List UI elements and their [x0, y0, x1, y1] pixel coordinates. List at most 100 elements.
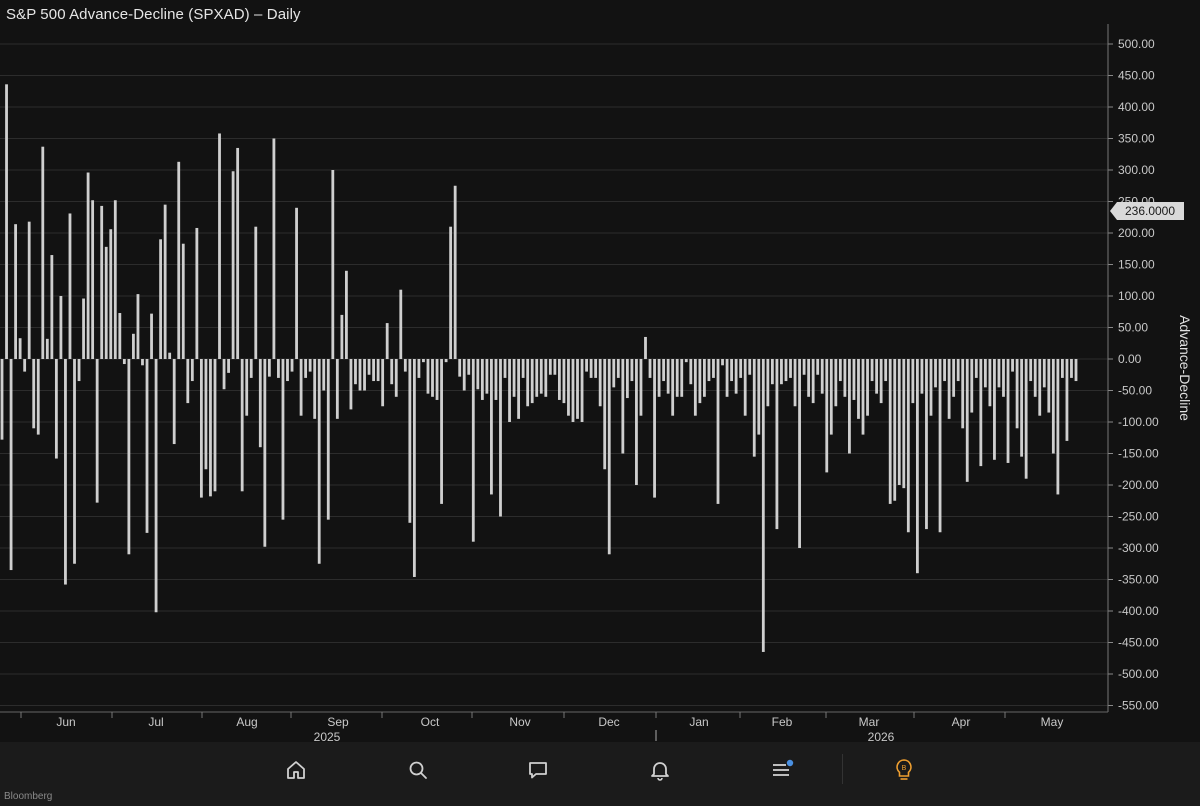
y-tick-label: 500.00	[1118, 37, 1155, 51]
bar	[485, 359, 489, 394]
bar	[122, 359, 126, 365]
bar	[222, 359, 226, 390]
alerts-button[interactable]	[644, 754, 676, 786]
last-value-label: 236.0000	[1125, 204, 1175, 218]
bar	[1015, 359, 1019, 429]
bar	[535, 359, 539, 397]
bar	[508, 359, 511, 422]
bar	[440, 359, 443, 504]
x-tick-label: Jun	[56, 715, 75, 729]
bar	[249, 359, 253, 378]
bar	[721, 359, 724, 366]
bar	[947, 359, 951, 419]
bar	[739, 359, 743, 378]
bar	[181, 243, 185, 359]
bar	[698, 359, 702, 404]
x-year-label: 2025	[314, 730, 341, 742]
bar	[644, 336, 647, 359]
bar	[68, 213, 72, 359]
bar	[82, 298, 85, 359]
bar	[422, 359, 425, 363]
bar	[453, 185, 457, 359]
bar	[9, 359, 13, 571]
bar	[671, 359, 675, 416]
bar	[86, 172, 90, 359]
bar	[648, 359, 652, 378]
bar	[281, 359, 285, 520]
bar	[1011, 359, 1014, 372]
bar	[838, 359, 842, 382]
bar	[730, 359, 733, 382]
bar	[820, 359, 824, 394]
bar	[267, 359, 271, 377]
bar	[911, 359, 915, 404]
bar	[431, 359, 434, 397]
bar	[254, 226, 258, 359]
bar	[390, 359, 394, 385]
bar	[417, 359, 421, 378]
messages-button[interactable]	[522, 754, 554, 786]
bar	[712, 359, 715, 378]
bar	[562, 359, 566, 404]
y-tick-label: -150.00	[1118, 447, 1159, 461]
ideas-button[interactable]: B	[888, 754, 920, 786]
search-button[interactable]	[402, 754, 434, 786]
bar	[32, 359, 36, 429]
bar	[23, 359, 27, 372]
bar	[843, 359, 847, 397]
bar	[657, 359, 661, 397]
y-tick-label: 300.00	[1118, 163, 1155, 177]
bar	[154, 359, 158, 613]
bar	[548, 359, 552, 375]
bar	[934, 359, 937, 388]
bar	[988, 359, 992, 407]
bar	[784, 359, 788, 382]
bar	[802, 359, 806, 375]
bar	[811, 359, 815, 404]
bar	[209, 359, 212, 497]
bar	[1020, 359, 1024, 457]
x-tick-label: Apr	[952, 715, 971, 729]
home-button[interactable]	[280, 754, 312, 786]
bar	[41, 146, 45, 359]
bar	[571, 359, 575, 422]
bar	[186, 359, 190, 404]
bar	[435, 359, 439, 400]
y-tick-label: -550.00	[1118, 699, 1159, 713]
bar	[394, 359, 398, 397]
bar	[467, 359, 471, 375]
bar	[761, 359, 765, 652]
bar	[381, 359, 385, 407]
bar	[974, 359, 978, 378]
bar	[965, 359, 969, 482]
bar	[403, 359, 407, 372]
bar	[59, 296, 63, 359]
bar	[684, 359, 688, 363]
home-icon	[287, 761, 305, 779]
bar	[970, 359, 974, 413]
bar	[313, 359, 317, 419]
bar	[585, 359, 588, 372]
bar	[789, 359, 792, 378]
chart-area[interactable]: 500.00450.00400.00350.00300.00250.00200.…	[0, 0, 1200, 742]
bar	[54, 359, 58, 459]
bar	[526, 359, 530, 407]
bar	[1051, 359, 1055, 454]
bar	[345, 270, 348, 359]
bar	[1029, 359, 1033, 382]
bar	[748, 359, 752, 375]
bar	[734, 359, 738, 394]
bar	[517, 359, 521, 419]
brand-logo: Bloomberg	[4, 791, 53, 802]
bar	[109, 229, 113, 359]
bar	[689, 359, 693, 385]
bar	[866, 359, 869, 416]
bell-icon	[651, 762, 669, 781]
bar	[666, 359, 670, 394]
bar	[557, 359, 561, 400]
bar	[693, 359, 697, 416]
bar	[1074, 359, 1078, 382]
menu-button[interactable]	[766, 754, 798, 786]
bar	[521, 359, 525, 378]
bar	[204, 359, 208, 470]
